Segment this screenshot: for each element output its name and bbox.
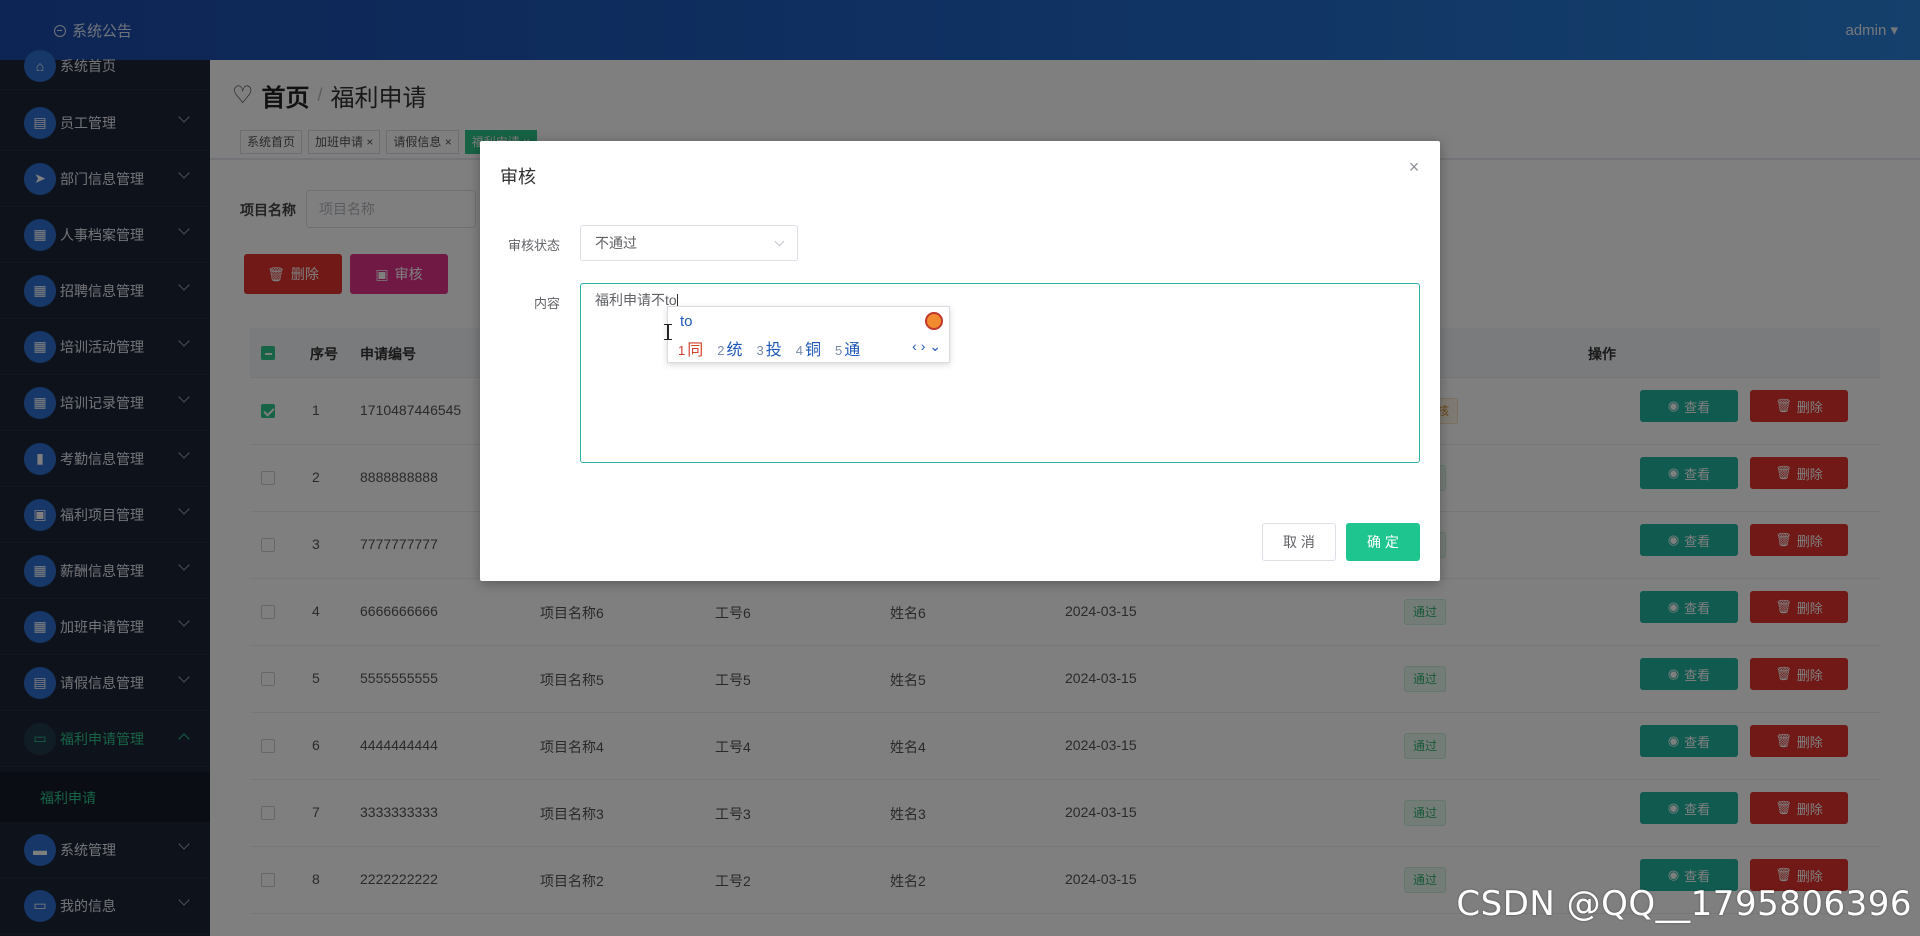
ime-candidate-window: to 1同 2统 3投 4铜 5通 ‹ › ⌄ (667, 306, 950, 363)
confirm-button[interactable]: 确 定 (1346, 523, 1420, 561)
candidate-number: 1 (678, 343, 686, 358)
candidate-number: 4 (795, 343, 803, 358)
candidate-char: 铜 (804, 342, 821, 359)
cancel-button[interactable]: 取 消 (1262, 523, 1336, 561)
candidate-number: 5 (835, 343, 843, 358)
ime-logo-icon (925, 312, 943, 330)
candidate-number: 3 (756, 343, 764, 358)
content-textarea-value: 福利申请不to (595, 292, 677, 308)
candidate-char: 投 (765, 342, 782, 359)
candidate-number: 2 (717, 343, 725, 358)
text-cursor-icon (664, 324, 672, 340)
status-select-value: 不通过 (595, 235, 637, 251)
ime-candidates: 1同 2统 3投 4铜 5通 (678, 336, 860, 360)
candidate-char: 通 (844, 342, 861, 359)
status-select[interactable]: 不通过 (580, 225, 798, 261)
ime-candidate[interactable]: 4铜 (796, 336, 821, 360)
content-field-label: 内容 (533, 296, 560, 311)
dialog-title: 审核 (500, 167, 536, 187)
audit-dialog: 审核 × 审核状态 不通过 内容 福利申请不to to 1同 2统 3投 4铜 … (480, 141, 1440, 581)
status-field-label: 审核状态 (507, 238, 560, 253)
candidate-char: 同 (687, 342, 704, 359)
ime-page-nav[interactable]: ‹ › ⌄ (912, 338, 941, 355)
watermark: CSDN @QQ__1795806396 (1456, 884, 1912, 924)
ime-candidate[interactable]: 2统 (717, 336, 742, 360)
ime-candidate[interactable]: 5通 (835, 336, 860, 360)
candidate-char: 统 (726, 342, 743, 359)
ime-composition: to (680, 313, 693, 330)
ime-candidate[interactable]: 3投 (757, 336, 782, 360)
ime-candidate[interactable]: 1同 (678, 336, 703, 360)
close-icon[interactable]: × (1406, 158, 1422, 176)
chevron-down-icon (774, 236, 785, 247)
